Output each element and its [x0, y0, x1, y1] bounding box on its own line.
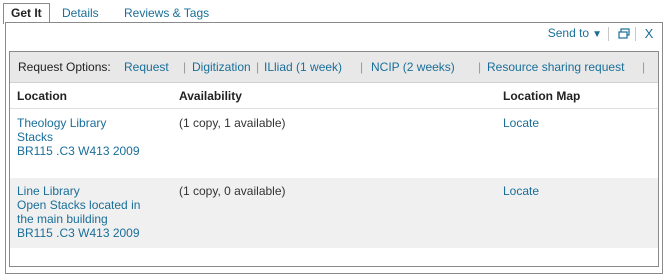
separator: | — [478, 60, 482, 74]
tab-get-it[interactable]: Get It — [3, 3, 50, 24]
location-library-link[interactable]: Line Library — [17, 184, 140, 198]
illiad-link[interactable]: ILliad (1 week) — [264, 60, 342, 74]
ncip-link[interactable]: NCIP (2 weeks) — [371, 60, 455, 74]
availability-column-header: Availability — [179, 89, 242, 103]
separator: | — [642, 60, 646, 74]
chevron-down-icon: ▼ — [592, 29, 602, 40]
location-cell: Line Library Open Stacks located in the … — [17, 184, 140, 240]
holdings-box: Request Options: Request | Digitization … — [9, 51, 659, 267]
tab-reviews-tags[interactable]: Reviews & Tags — [117, 4, 216, 22]
get-it-panel: Send to ▼ X Request Options: Request | Di… — [5, 22, 663, 274]
new-window-icon[interactable] — [615, 25, 633, 43]
request-options-bar: Request Options: Request | Digitization … — [10, 52, 658, 83]
call-number-link[interactable]: BR115 .C3 W413 2009 — [17, 226, 140, 240]
panel-toolbar: Send to ▼ X — [6, 23, 662, 45]
location-library-link[interactable]: Theology Library — [17, 116, 140, 130]
table-row: Line Library Open Stacks located in the … — [10, 178, 658, 248]
location-cell: Theology Library Stacks BR115 .C3 W413 2… — [17, 116, 140, 158]
close-icon[interactable]: X — [640, 25, 658, 43]
location-map-column-header: Location Map — [503, 89, 581, 103]
request-options-label: Request Options: — [18, 60, 111, 74]
call-number-link[interactable]: BR115 .C3 W413 2009 — [17, 144, 140, 158]
separator: | — [183, 60, 187, 74]
send-to-button[interactable]: Send to ▼ — [548, 26, 602, 40]
availability-cell: (1 copy, 1 available) — [179, 116, 286, 130]
tab-details[interactable]: Details — [55, 4, 106, 22]
locate-link[interactable]: Locate — [503, 116, 539, 130]
request-link[interactable]: Request — [124, 60, 169, 74]
digitization-link[interactable]: Digitization — [192, 60, 251, 74]
location-collection-link[interactable]: Stacks — [17, 130, 140, 144]
table-row: Theology Library Stacks BR115 .C3 W413 2… — [10, 109, 658, 178]
toolbar-divider — [608, 27, 609, 41]
location-collection-link[interactable]: Open Stacks located in — [17, 198, 140, 212]
availability-cell: (1 copy, 0 available) — [179, 184, 286, 198]
location-column-header: Location — [17, 89, 67, 103]
send-to-label: Send to — [547, 26, 590, 40]
tab-bar: Get It Details Reviews & Tags — [0, 0, 667, 24]
resource-sharing-link[interactable]: Resource sharing request — [487, 60, 624, 74]
separator: | — [360, 60, 364, 74]
locate-link[interactable]: Locate — [503, 184, 539, 198]
location-note-link[interactable]: the main building — [17, 212, 140, 226]
toolbar-divider — [635, 27, 636, 41]
separator: | — [256, 60, 260, 74]
